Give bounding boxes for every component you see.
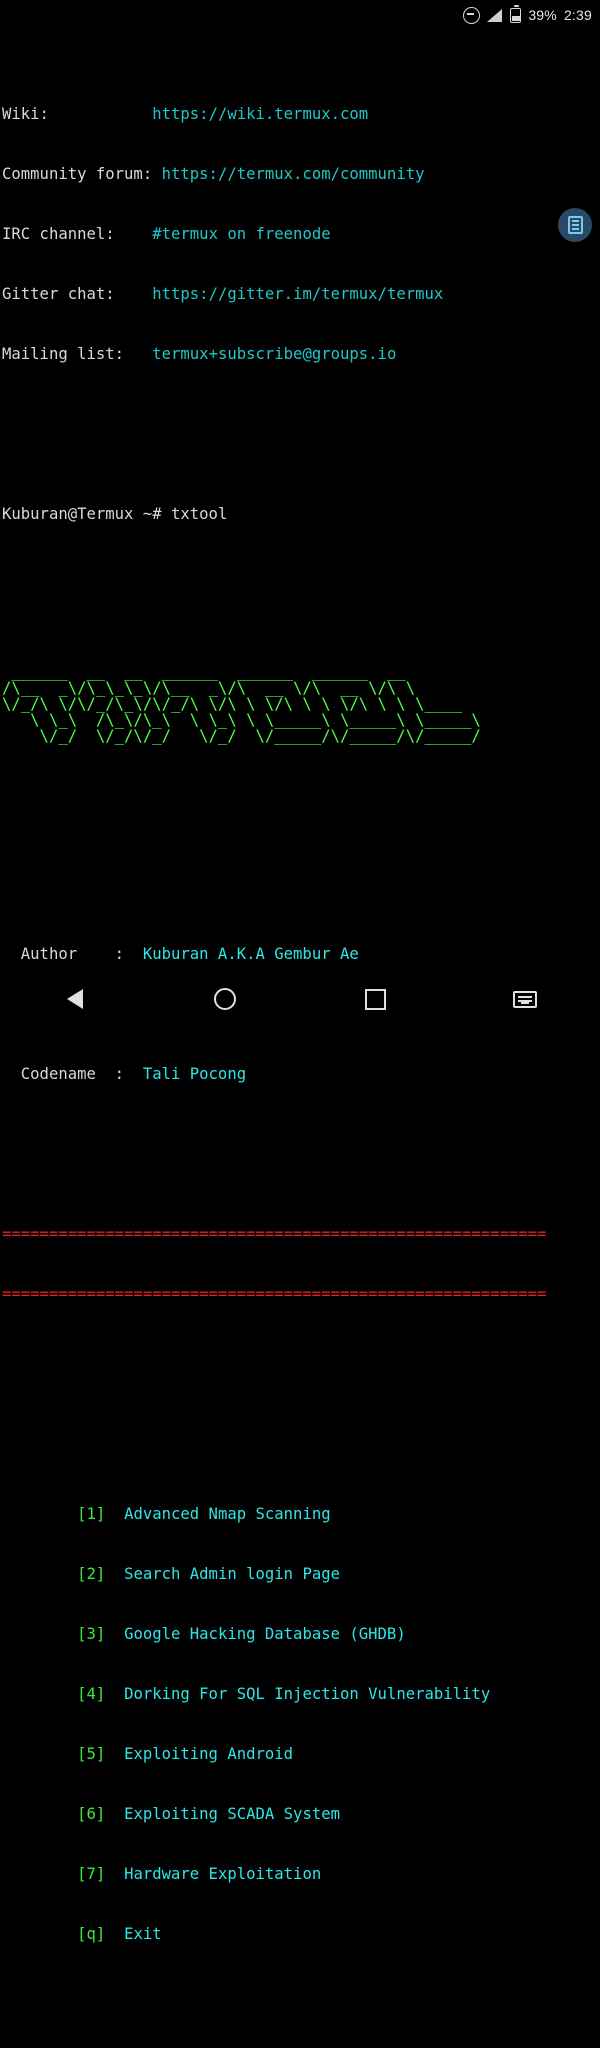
main-menu-item: [2] Search Admin login Page: [2, 1564, 600, 1584]
terminal-output[interactable]: Wiki: https://wiki.termux.com Community …: [0, 30, 600, 1943]
menu-label: Google Hacking Database (GHDB): [124, 1625, 406, 1643]
home-button[interactable]: [150, 974, 300, 1024]
menu-key: [5]: [77, 1745, 106, 1763]
signal-icon: [487, 8, 503, 22]
info-colon: :: [114, 1065, 125, 1083]
menu-label: Advanced Nmap Scanning: [124, 1505, 331, 1523]
menu-key: [2]: [77, 1565, 106, 1583]
battery-percent-label: 39%: [528, 7, 557, 23]
info-value: Tali Pocong: [142, 1065, 247, 1083]
clock-label: 2:39: [563, 7, 592, 23]
motd-line: Gitter chat: https://gitter.im/termux/te…: [2, 284, 600, 304]
shell-command: txtool: [171, 505, 228, 523]
motd-pad: [115, 225, 153, 243]
motd-line: Community forum: https://termux.com/comm…: [2, 164, 600, 184]
main-menu-item: [3] Google Hacking Database (GHDB): [2, 1624, 600, 1644]
menu-label: Dorking For SQL Injection Vulnerability: [124, 1685, 491, 1703]
keyboard-icon: [513, 990, 537, 1008]
motd-pad: [124, 345, 152, 363]
triangle-back-icon: [67, 989, 83, 1009]
separator-line: ========================================…: [2, 1225, 547, 1243]
motd-label: IRC channel:: [2, 225, 115, 243]
status-icon-group: 39% 2:39: [463, 5, 592, 24]
banner-line: \/_/ \/_/\/_/ \/_/ \/_____/\/_____/\/___…: [2, 727, 481, 745]
menu-key: [7]: [77, 1865, 106, 1883]
motd-label: Community forum:: [2, 165, 153, 183]
phone-screen: 39% 2:39 Wiki: https://wiki.termux.com C…: [0, 0, 600, 1943]
battery-icon: [510, 5, 522, 23]
main-menu-item: [6] Exploiting SCADA System: [2, 1804, 600, 1824]
menu-key: [4]: [77, 1685, 106, 1703]
motd-label: Gitter chat:: [2, 285, 115, 303]
main-menu-item: [7] Hardware Exploitation: [2, 1864, 600, 1884]
motd-line: Wiki: https://wiki.termux.com: [2, 104, 600, 124]
recents-button[interactable]: [300, 974, 450, 1024]
menu-label: Exploiting SCADA System: [124, 1805, 340, 1823]
circle-home-icon: [214, 988, 236, 1010]
motd-value: termux+subscribe@groups.io: [152, 345, 397, 363]
separator-line: ========================================…: [2, 1285, 547, 1303]
menu-label: Search Admin login Page: [124, 1565, 340, 1583]
motd-label: Wiki:: [2, 105, 49, 123]
menu-key: [6]: [77, 1805, 106, 1823]
menu-label: Exit: [124, 1925, 162, 1943]
motd-line: IRC channel: #termux on freenode: [2, 224, 600, 244]
info-line: Codename: Tali Pocong: [2, 1064, 600, 1084]
motd-pad: [115, 285, 153, 303]
motd-value: https://termux.com/community: [161, 165, 425, 183]
square-recents-icon: [364, 988, 386, 1010]
main-menu-item: [5] Exploiting Android: [2, 1744, 600, 1764]
info-key: Codename: [20, 1065, 96, 1083]
info-line: Author: Kuburan A.K.A Gembur Ae: [2, 944, 600, 964]
back-button[interactable]: [0, 974, 150, 1024]
do-not-disturb-icon: [463, 6, 481, 24]
motd-pad: [152, 165, 161, 183]
main-menu-item: [1] Advanced Nmap Scanning: [2, 1504, 600, 1524]
extra-keys-icon: [567, 216, 583, 234]
motd-line: Mailing list: termux+subscribe@groups.io: [2, 344, 600, 364]
menu-key: [q]: [77, 1925, 106, 1943]
main-menu-item: [4] Dorking For SQL Injection Vulnerabil…: [2, 1684, 600, 1704]
menu-key: [1]: [77, 1505, 106, 1523]
menu-key: [3]: [77, 1625, 106, 1643]
menu-label: Hardware Exploitation: [124, 1865, 322, 1883]
motd-value: https://gitter.im/termux/termux: [152, 285, 444, 303]
motd-pad: [49, 105, 152, 123]
extra-keys-toggle-button[interactable]: [558, 208, 592, 242]
menu-label: Exploiting Android: [124, 1745, 294, 1763]
info-value: Kuburan A.K.A Gembur Ae: [142, 945, 359, 963]
motd-value: #termux on freenode: [152, 225, 331, 243]
shell-prompt-line: Kuburan@Termux ~# txtool: [2, 504, 600, 524]
navigation-bar: [0, 974, 600, 1024]
info-colon: :: [114, 945, 125, 963]
motd-value: https://wiki.termux.com: [152, 105, 369, 123]
txtool-ascii-banner: ______ __ __ ______ ______ ______ __ /\_…: [2, 664, 600, 744]
main-menu-item: [q] Exit: [2, 1924, 600, 1944]
keyboard-button[interactable]: [450, 974, 600, 1024]
status-bar: 39% 2:39: [0, 0, 600, 30]
info-key: Author: [20, 945, 78, 963]
shell-prompt: Kuburan@Termux ~#: [2, 505, 171, 523]
motd-label: Mailing list:: [2, 345, 125, 363]
